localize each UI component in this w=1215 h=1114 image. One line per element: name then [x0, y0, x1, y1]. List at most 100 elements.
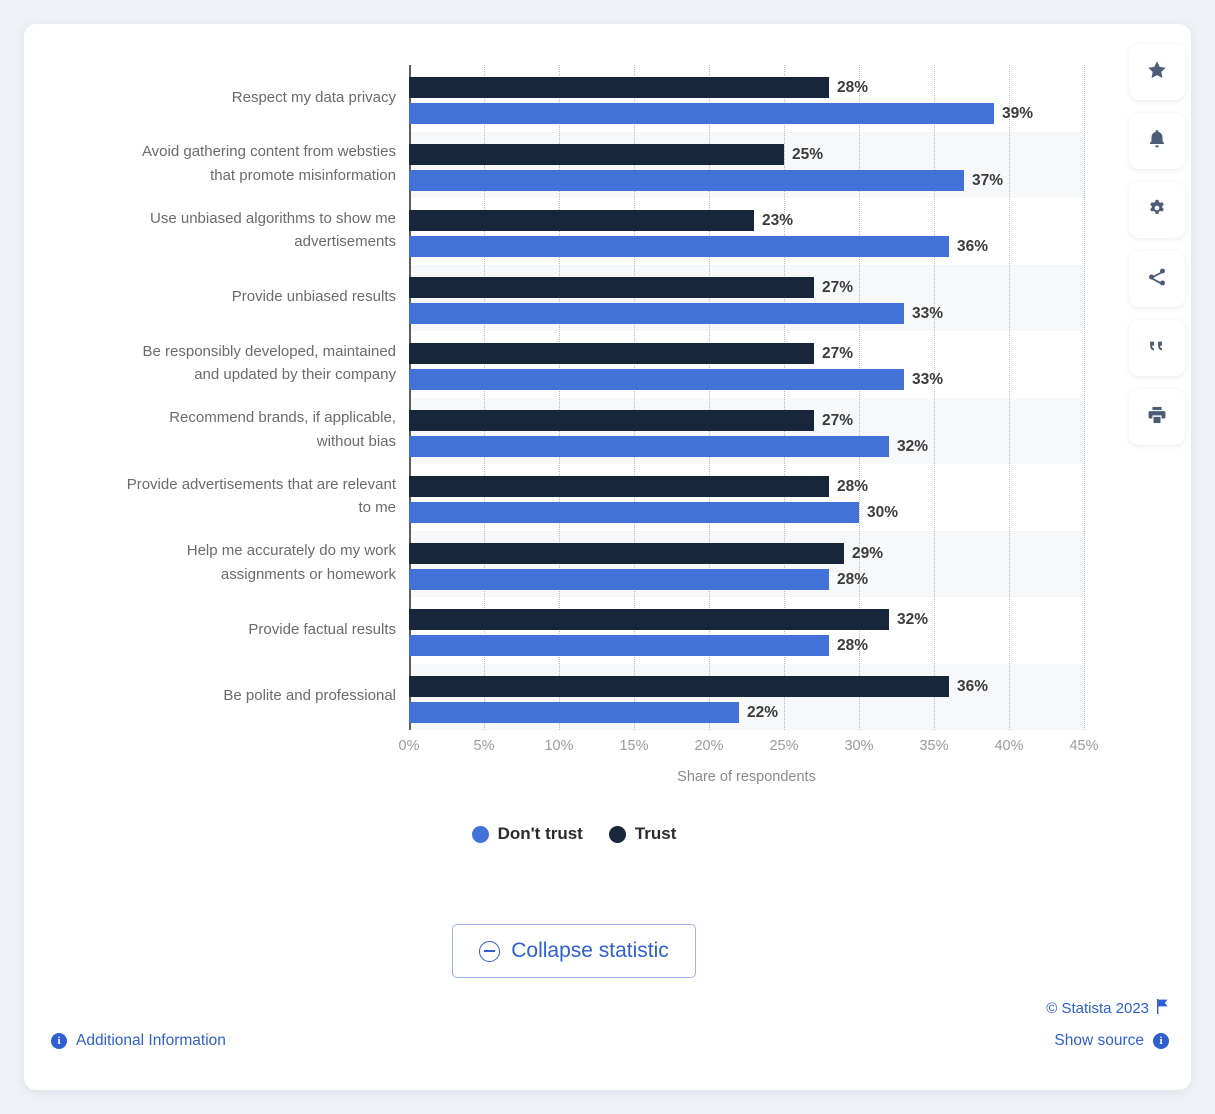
x-axis-tick-label: 45%	[1069, 738, 1099, 754]
gridline	[1084, 65, 1085, 730]
notify-button[interactable]	[1129, 113, 1185, 169]
chart-category-label-line: Avoid gathering content from websties	[141, 143, 396, 161]
collapse-statistic-label: Collapse statistic	[511, 939, 669, 962]
chart-category-label-line: advertisements	[294, 233, 396, 251]
bar-value-label: 33%	[912, 304, 944, 322]
chart-row: 29% 28%	[409, 531, 1084, 598]
x-axis-tick-label: 30%	[844, 738, 874, 754]
bar-value-label: 27%	[822, 411, 854, 429]
flag-icon[interactable]	[1156, 999, 1169, 1018]
chart-category-label-line: to me	[358, 499, 396, 517]
star-icon	[1146, 59, 1168, 86]
bar-chart: 28% 39% 25% 37% 23% 36% 27% 33% 27% 33% 27% 32% 28% 3…	[24, 24, 1191, 843]
info-icon: i	[1153, 1033, 1169, 1049]
bar-trust[interactable]	[409, 343, 814, 364]
bar-dont[interactable]	[409, 236, 949, 257]
chart-row: 27% 33%	[409, 331, 1084, 398]
chart-row: 36% 22%	[409, 664, 1084, 731]
bar-value-label: 27%	[822, 278, 854, 296]
favorite-button[interactable]	[1129, 44, 1185, 100]
x-axis-title: Share of respondents	[677, 769, 816, 785]
chart-row: 28% 39%	[409, 65, 1084, 132]
bar-trust[interactable]	[409, 609, 889, 630]
bar-value-label: 23%	[762, 212, 794, 229]
bar-dont[interactable]	[409, 701, 739, 723]
copyright-text: © Statista 2023	[1046, 1000, 1149, 1017]
bar-value-label: 36%	[957, 677, 989, 695]
bar-value-label: 27%	[822, 345, 854, 362]
x-axis-tick-label: 40%	[994, 738, 1024, 754]
chart-category-label-line: Use unbiased algorithms to show me	[150, 209, 396, 227]
bar-trust[interactable]	[409, 77, 829, 98]
bar-trust[interactable]	[409, 542, 844, 564]
chart-category-label: Provide factual results	[56, 618, 396, 641]
chart-category-label: Respect my data privacy	[56, 86, 396, 109]
bar-value-label: 28%	[837, 79, 869, 96]
x-axis-tick-label: 35%	[919, 738, 949, 754]
bar-value-label: 25%	[792, 145, 824, 163]
collapse-statistic-wrap: Collapse statistic	[24, 924, 1124, 978]
bar-dont[interactable]	[409, 369, 904, 390]
bar-dont[interactable]	[409, 169, 964, 191]
chart-category-label: Avoid gathering content from websties tha…	[56, 140, 396, 187]
bar-dont[interactable]	[409, 103, 994, 124]
bar-dont[interactable]	[409, 502, 859, 523]
chart-category-label: Recommend brands, if applicable, without …	[56, 406, 396, 453]
share-icon	[1146, 266, 1168, 293]
chart-category-label: Be polite and professional	[56, 684, 396, 707]
chart-category-label-line: assignments or homework	[220, 565, 396, 583]
x-axis-tick-label: 10%	[544, 738, 574, 754]
chart-category-label: Help me accurately do my work assignments…	[56, 539, 396, 586]
legend-item-trust: Trust	[608, 824, 676, 844]
print-button[interactable]	[1129, 389, 1185, 445]
bar-value-label: 22%	[747, 703, 779, 721]
collapse-statistic-button[interactable]: Collapse statistic	[452, 924, 696, 978]
chart-category-label-line: Respect my data privacy	[231, 88, 396, 106]
chart-row: 27% 32%	[409, 398, 1084, 465]
chart-category-label: Be responsibly developed, maintained and …	[56, 340, 397, 387]
x-axis-tick-label: 20%	[694, 738, 724, 754]
bar-dont[interactable]	[409, 568, 829, 590]
chart-category-label: Provide unbiased results	[56, 285, 396, 308]
bar-trust[interactable]	[409, 143, 784, 165]
bar-value-label: 32%	[897, 437, 929, 455]
bar-trust[interactable]	[409, 675, 949, 697]
legend-item-dont-trust: Don't trust	[471, 824, 583, 844]
legend-label-dont-trust: Don't trust	[497, 824, 583, 843]
chart-category-label-line: Recommend brands, if applicable,	[169, 409, 396, 427]
chart-row: 32% 28%	[409, 597, 1084, 664]
circle-minus-icon	[479, 940, 501, 962]
bar-dont[interactable]	[409, 302, 904, 324]
chart-category-label-line: and updated by their company	[194, 366, 396, 384]
chart-legend: Don't trust Trust	[24, 824, 1124, 844]
bar-value-label: 28%	[837, 637, 869, 654]
statistic-page: 28% 39% 25% 37% 23% 36% 27% 33% 27% 33% 27% 32% 28% 3…	[0, 0, 1215, 1114]
bar-trust[interactable]	[409, 276, 814, 298]
bar-dont[interactable]	[409, 435, 889, 457]
x-axis-tick-label: 15%	[619, 738, 649, 754]
legend-dot-trust	[608, 825, 626, 843]
copyright: © Statista 2023	[1046, 999, 1169, 1018]
additional-information-label: Additional Information	[76, 1032, 226, 1049]
legend-dot-dont-trust	[471, 825, 489, 843]
chart-row: 23% 36%	[409, 198, 1084, 265]
settings-button[interactable]	[1129, 182, 1185, 238]
bar-trust[interactable]	[409, 476, 829, 497]
cite-button[interactable]	[1129, 320, 1185, 376]
chart-category-label: Provide advertisements that are relevant…	[56, 473, 396, 520]
bar-value-label: 28%	[837, 478, 869, 495]
bar-value-label: 29%	[852, 544, 884, 562]
additional-information-link[interactable]: i Additional Information	[51, 1032, 226, 1050]
statistic-card: 28% 39% 25% 37% 23% 36% 27% 33% 27% 33% 27% 32% 28% 3…	[24, 24, 1191, 1090]
bar-trust[interactable]	[409, 409, 814, 431]
chart-category-label-line: Provide advertisements that are relevant	[126, 475, 396, 493]
x-axis-tick-label: 5%	[473, 738, 495, 754]
bar-trust[interactable]	[409, 210, 754, 231]
bar-value-label: 28%	[837, 570, 869, 588]
chart-category-label-line: Provide unbiased results	[231, 288, 396, 306]
bar-dont[interactable]	[409, 635, 829, 656]
bell-icon	[1146, 128, 1168, 155]
chart-category-label-line: without bias	[316, 432, 396, 450]
share-button[interactable]	[1129, 251, 1185, 307]
show-source-link[interactable]: Show source i	[1054, 1032, 1169, 1050]
